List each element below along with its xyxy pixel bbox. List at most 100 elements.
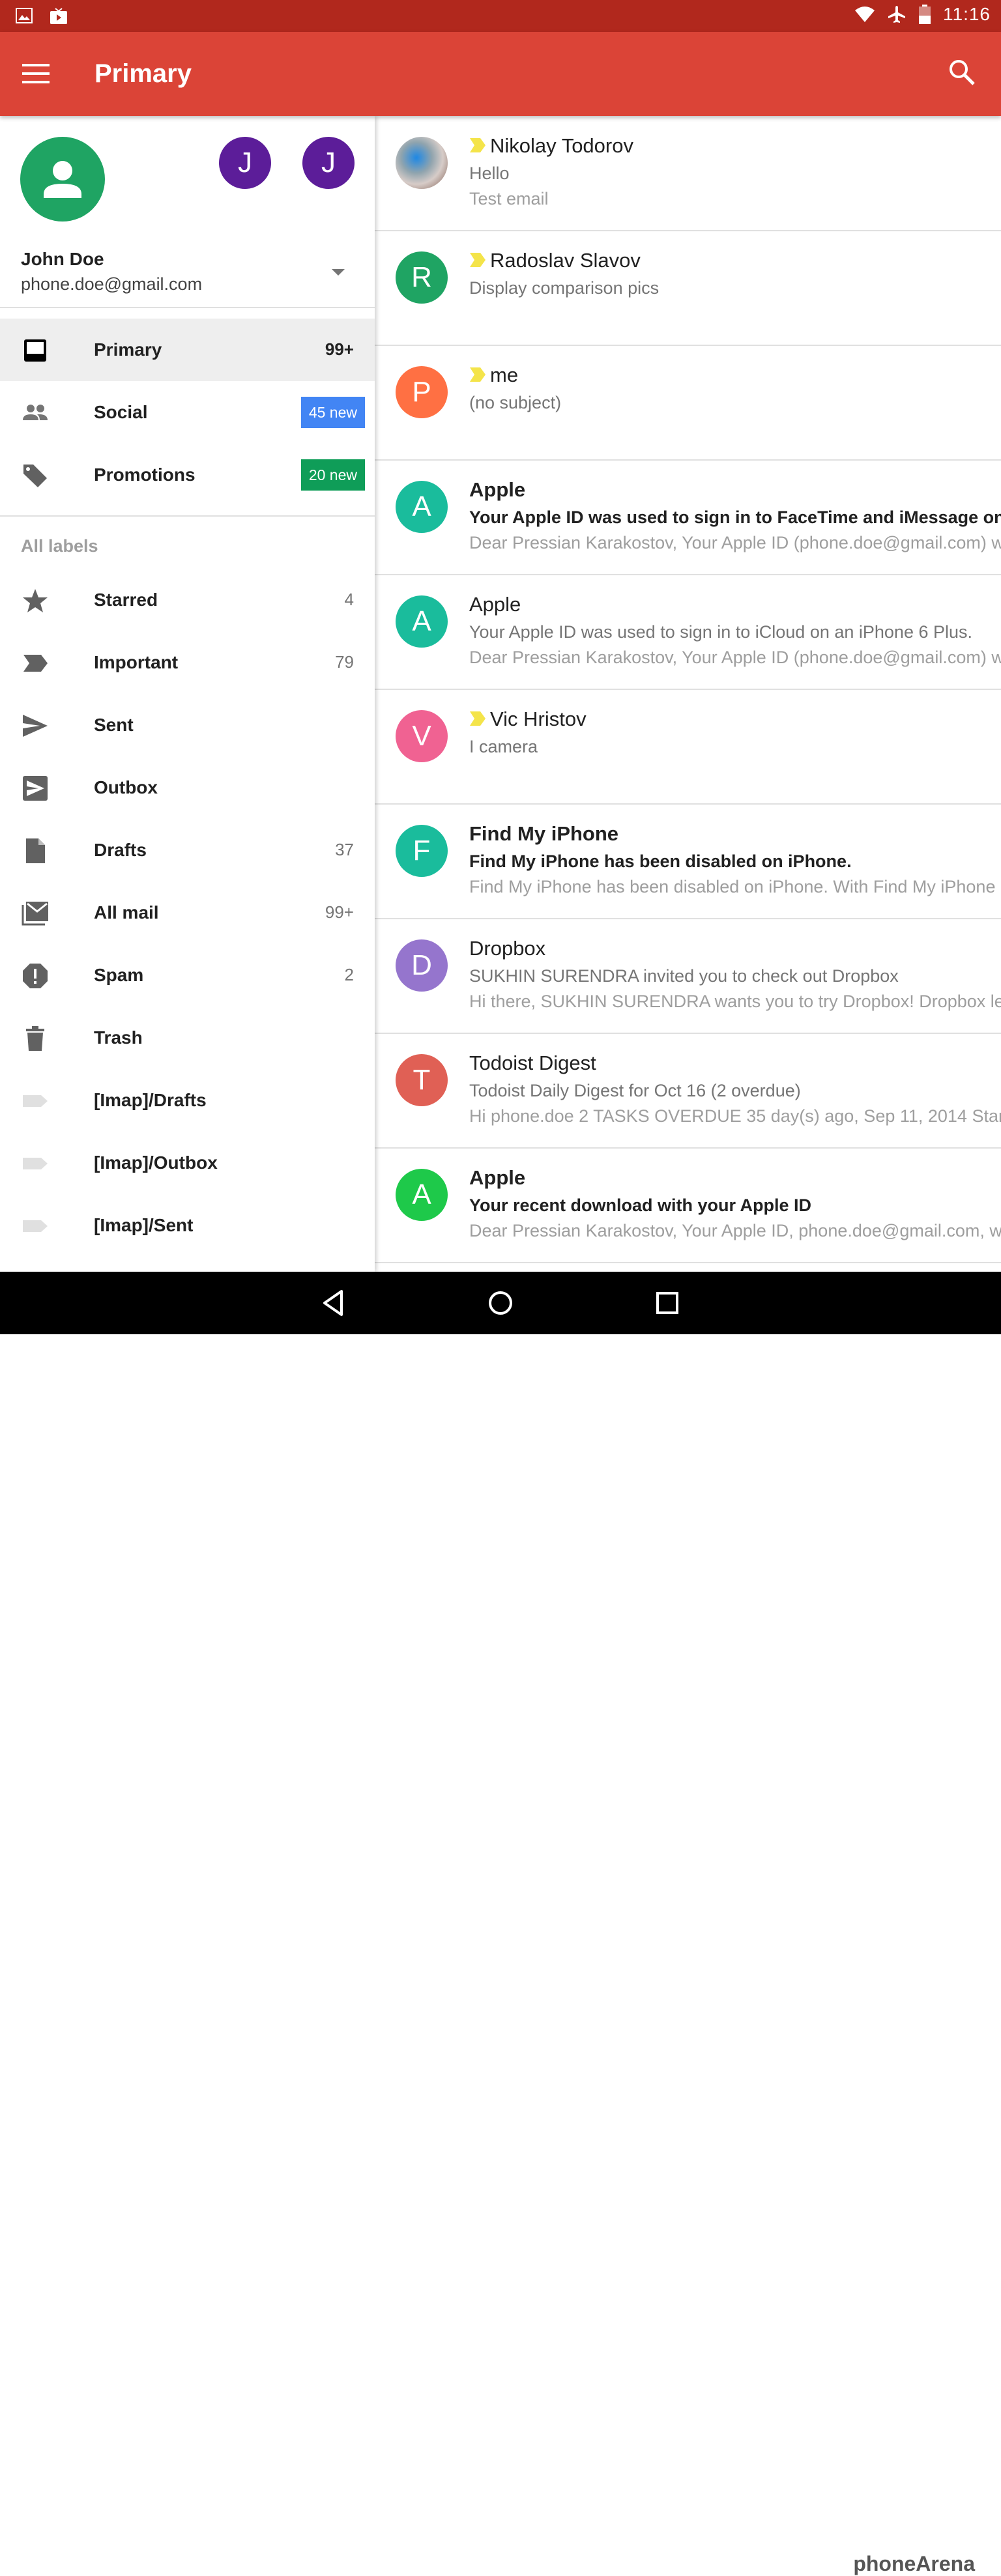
other-account-avatar[interactable]: J <box>219 137 271 189</box>
drawer-item-label: Outbox <box>94 777 158 797</box>
sender-avatar[interactable]: R <box>396 251 448 304</box>
message-sender: Radoslav Slavov <box>469 249 641 272</box>
sender-avatar[interactable]: A <box>396 481 448 533</box>
important-marker-icon[interactable] <box>469 251 486 269</box>
account-avatar[interactable] <box>20 137 105 222</box>
system-nav-bar: phoneArena <box>0 1272 1001 2575</box>
message-snippet: Hi there, SUKHIN SURENDRA wants you to t… <box>469 992 1001 1011</box>
star-icon <box>23 589 48 612</box>
clock: 11:16 <box>943 4 991 24</box>
important-marker-icon[interactable] <box>469 709 486 728</box>
drawer-item-label: [Imap]/Drafts <box>94 1090 207 1110</box>
drawer-item-imap-drafts[interactable]: [Imap]/Drafts <box>0 1069 375 1132</box>
divider <box>0 515 375 517</box>
message-sender: Vic Hristov <box>469 708 587 731</box>
message-sender: Nikolay Todorov <box>469 134 633 158</box>
important-marker-icon[interactable] <box>469 365 486 384</box>
important-icon <box>23 655 48 672</box>
drawer-item-all-mail[interactable]: All mail 99+ <box>0 881 375 944</box>
drawer-item-label: Important <box>94 652 179 672</box>
sender-avatar[interactable]: A <box>396 595 448 648</box>
spam-icon <box>23 964 48 988</box>
message-snippet: Hi phone.doe 2 TASKS OVERDUE 35 day(s) a… <box>469 1106 1001 1126</box>
app-bar: Primary <box>0 32 1001 116</box>
menu-icon[interactable] <box>22 63 50 85</box>
battery-icon <box>919 5 931 24</box>
dropdown-arrow-icon[interactable] <box>330 268 346 277</box>
new-badge: 20 new <box>300 459 365 491</box>
sender-name: Find My iPhone <box>469 822 619 845</box>
back-icon[interactable] <box>318 1287 349 1319</box>
trash-icon <box>26 1026 44 1051</box>
divider <box>0 307 375 308</box>
drawer-item-imap-sent[interactable]: [Imap]/Sent <box>0 1194 375 1257</box>
message-row[interactable]: V Vic Hristov I camera <box>375 689 1001 805</box>
sender-name: Apple <box>469 478 526 501</box>
send-icon <box>23 715 48 737</box>
person-icon <box>44 161 81 198</box>
important-marker-icon[interactable] <box>469 136 486 154</box>
message-row[interactable]: R Radoslav Slavov Display comparison pic… <box>375 231 1001 346</box>
airplane-mode-icon <box>888 6 905 23</box>
watermark: phoneArena <box>853 2552 975 2575</box>
search-icon[interactable] <box>948 58 976 87</box>
sender-name: Apple <box>469 593 521 616</box>
message-subject: Display comparison pics <box>469 278 660 298</box>
sender-name: me <box>490 364 519 386</box>
drawer-item-starred[interactable]: Starred 4 <box>0 569 375 631</box>
drawer-item-trash[interactable]: Trash <box>0 1007 375 1069</box>
sender-avatar[interactable]: P <box>396 366 448 418</box>
sender-avatar-photo[interactable] <box>396 137 448 189</box>
drawer-item-promotions[interactable]: Promotions 20 new <box>0 444 375 506</box>
drawer-item-primary[interactable]: Primary 99+ <box>0 319 375 381</box>
people-icon <box>23 405 48 420</box>
sender-avatar[interactable]: F <box>396 825 448 877</box>
message-subject: Todoist Daily Digest for Oct 16 (2 overd… <box>469 1081 801 1100</box>
message-subject: SUKHIN SURENDRA invited you to check out… <box>469 966 899 986</box>
message-row[interactable]: A Apple Your Apple ID was used to sign i… <box>375 575 1001 690</box>
account-name: John Doe <box>21 249 104 269</box>
draft-icon <box>26 838 45 863</box>
recents-icon[interactable] <box>652 1287 683 1319</box>
account-email: phone.doe@gmail.com <box>21 274 203 294</box>
drawer-item-imap-outbox[interactable]: [Imap]/Outbox <box>0 1132 375 1194</box>
message-row[interactable]: Nikolay Todorov Hello Test email <box>375 116 1001 231</box>
message-row[interactable]: P me (no subject) <box>375 345 1001 461</box>
message-row[interactable]: T Todoist Digest Todoist Daily Digest fo… <box>375 1033 1001 1149</box>
other-account-avatar[interactable]: J <box>302 137 355 189</box>
label-count: 99+ <box>325 902 354 922</box>
message-row[interactable]: D Dropbox SUKHIN SURENDRA invited you to… <box>375 919 1001 1034</box>
message-list: Nikolay Todorov Hello Test email R Rados… <box>375 116 1001 1272</box>
message-snippet: Dear Pressian Karakostov, Your Apple ID,… <box>469 1221 1001 1240</box>
sender-avatar[interactable]: D <box>396 939 448 992</box>
message-subject: (no subject) <box>469 393 562 412</box>
home-icon[interactable] <box>485 1287 516 1319</box>
message-sender: me <box>469 364 518 387</box>
status-bar: 11:16 <box>0 0 1001 32</box>
drawer-item-label: Social <box>94 402 148 422</box>
drawer-item-sent[interactable]: Sent <box>0 694 375 756</box>
drawer-item-outbox[interactable]: Outbox <box>0 756 375 819</box>
message-row[interactable]: A Apple Your recent download with your A… <box>375 1148 1001 1263</box>
navigation-drawer: J J John Doe phone.doe@gmail.com Primary… <box>0 116 375 1272</box>
drawer-item-social[interactable]: Social 45 new <box>0 381 375 444</box>
message-subject: Find My iPhone has been disabled on iPho… <box>469 852 852 871</box>
drawer-item-label: Starred <box>94 590 158 610</box>
label-icon <box>23 1220 48 1232</box>
drawer-item-spam[interactable]: Spam 2 <box>0 944 375 1007</box>
sender-name: Dropbox <box>469 937 546 960</box>
drawer-item-label: Spam <box>94 965 144 985</box>
message-row[interactable]: F Find My iPhone Find My iPhone has been… <box>375 804 1001 919</box>
sender-name: Apple <box>469 1166 526 1189</box>
drawer-item-important[interactable]: Important 79 <box>0 631 375 694</box>
label-count: 37 <box>335 840 354 859</box>
drawer-item-label: [Imap]/Outbox <box>94 1152 218 1173</box>
section-header: All labels <box>21 536 98 556</box>
drawer-item-drafts[interactable]: Drafts 37 <box>0 819 375 881</box>
sender-avatar[interactable]: V <box>396 710 448 762</box>
label-icon <box>23 1158 48 1169</box>
sender-avatar[interactable]: T <box>396 1054 448 1106</box>
image-notification-icon <box>16 8 33 23</box>
message-row[interactable]: A Apple Your Apple ID was used to sign i… <box>375 460 1001 575</box>
sender-avatar[interactable]: A <box>396 1169 448 1221</box>
